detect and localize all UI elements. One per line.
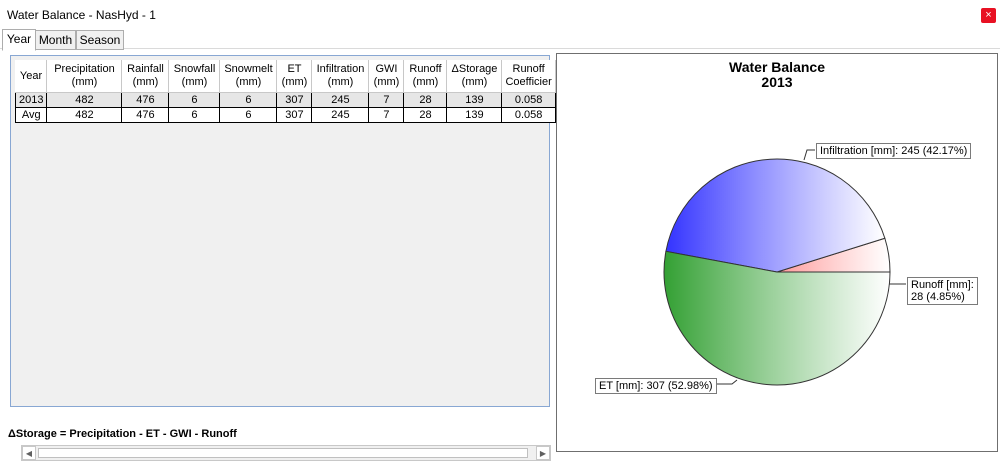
column-header[interactable]: GWI (mm) — [368, 60, 405, 93]
table-cell[interactable]: 139 — [446, 107, 503, 123]
table-cell[interactable]: 28 — [403, 92, 448, 108]
tab-year[interactable]: Year — [2, 29, 36, 51]
column-header-line2: (mm) — [71, 76, 98, 88]
column-header-line1: GWI — [375, 63, 398, 75]
scroll-thumb[interactable] — [38, 448, 528, 458]
leader-line — [803, 149, 815, 161]
column-header[interactable]: Runoff (mm) — [403, 60, 448, 93]
table-cell[interactable]: 7 — [368, 92, 405, 108]
column-header[interactable]: Snowfall (mm) — [168, 60, 221, 93]
column-header-line2: (mm) — [181, 76, 208, 88]
pie-label-et: ET [mm]: 307 (52.98%) — [595, 378, 717, 394]
table-cell[interactable]: 0.058 — [501, 92, 556, 108]
water-balance-table: Year Precipitation (mm) Rainfall (mm) Snowfal… — [14, 60, 556, 123]
chart-panel: Water Balance 2013 Infiltration [mm]: 24… — [556, 53, 998, 452]
table-row[interactable]: 2013 482 476 6 6 307 245 7 28 139 0.058 — [14, 92, 556, 108]
column-header-line2: (mm) — [373, 76, 400, 88]
table-cell[interactable]: 482 — [46, 107, 123, 123]
table-cell[interactable]: 6 — [168, 92, 221, 108]
header-row: Year Precipitation (mm) Rainfall (mm) Snowfal… — [15, 60, 556, 93]
column-header-line2: Coefficier — [505, 76, 552, 88]
column-header[interactable]: Rainfall (mm) — [121, 60, 170, 93]
pie-label-runoff: Runoff [mm]: 28 (4.85%) — [907, 277, 978, 305]
column-header[interactable]: Runoff Coefficier — [501, 60, 556, 93]
column-header-line2: (mm) — [461, 76, 488, 88]
pie-label-infiltration: Infiltration [mm]: 245 (42.17%) — [816, 143, 972, 159]
column-header-line1: Infiltration — [316, 63, 365, 75]
table-cell[interactable]: 0.058 — [501, 107, 556, 123]
leader-line — [717, 379, 738, 385]
scroll-right-icon[interactable]: ▶ — [536, 446, 550, 460]
table-cell[interactable]: 245 — [311, 107, 370, 123]
storage-formula: ΔStorage = Precipitation - ET - GWI - Ru… — [8, 428, 237, 440]
pie-label-line: Runoff [mm]: — [911, 279, 974, 291]
tab-season[interactable]: Season — [76, 30, 124, 50]
pie-label-line: ET [mm]: 307 (52.98%) — [599, 380, 713, 392]
column-header-line2: (mm) — [412, 76, 439, 88]
table-cell[interactable]: 476 — [121, 92, 170, 108]
pie-label-line: 28 (4.85%) — [911, 291, 965, 303]
table-cell[interactable]: 482 — [46, 92, 123, 108]
data-grid: Year Precipitation (mm) Rainfall (mm) Snowfal… — [10, 55, 556, 461]
table-cell[interactable]: 307 — [276, 107, 313, 123]
column-header-line2: (mm) — [281, 76, 308, 88]
column-header-line1: ΔStorage — [451, 63, 498, 75]
table-cell[interactable]: 139 — [446, 92, 503, 108]
table-cell[interactable]: 6 — [168, 107, 221, 123]
column-header-line2: (mm) — [132, 76, 159, 88]
column-header-line1: Snowfall — [173, 63, 216, 75]
column-header-line1: ET — [287, 63, 302, 75]
table-cell[interactable]: 307 — [276, 92, 313, 108]
table-cell[interactable]: 245 — [311, 92, 370, 108]
table-cell[interactable]: 6 — [219, 107, 278, 123]
column-header[interactable]: Infiltration (mm) — [311, 60, 370, 93]
window-title: Water Balance - NasHyd - 1 — [7, 8, 156, 22]
close-button[interactable]: × — [981, 8, 996, 23]
table-cell[interactable]: 28 — [403, 107, 448, 123]
table-cell[interactable]: 2013 — [14, 92, 48, 108]
column-header-line2: (mm) — [327, 76, 354, 88]
column-header[interactable]: ΔStorage (mm) — [446, 60, 503, 93]
column-header-line1: Rainfall — [127, 63, 164, 75]
column-header[interactable]: ET (mm) — [276, 60, 313, 93]
column-header-line2: (mm) — [235, 76, 262, 88]
column-header-line1: Snowmelt — [224, 63, 273, 75]
column-header[interactable]: Snowmelt (mm) — [219, 60, 278, 93]
table-cell[interactable]: 6 — [219, 92, 278, 108]
column-header-line1: Precipitation — [54, 63, 115, 75]
pie-label-line: Infiltration [mm]: 245 (42.17%) — [820, 145, 968, 157]
table-cell[interactable]: 476 — [121, 107, 170, 123]
title-bar: Water Balance - NasHyd - 1 × — [0, 0, 1000, 30]
column-header-line1: Runoff — [512, 63, 545, 75]
table-cell[interactable]: 7 — [368, 107, 405, 123]
scroll-left-icon[interactable]: ◀ — [22, 446, 36, 460]
column-header-line1: Runoff — [409, 63, 442, 75]
column-header[interactable]: Year — [15, 60, 48, 93]
table-cell[interactable]: Avg — [14, 107, 48, 123]
table-row[interactable]: Avg 482 476 6 6 307 245 7 28 139 0.058 — [14, 107, 556, 123]
column-header[interactable]: Precipitation (mm) — [46, 60, 123, 93]
column-header-line1: Year — [19, 69, 43, 82]
tab-month[interactable]: Month — [35, 30, 76, 50]
horizontal-scrollbar[interactable]: ◀ ▶ — [21, 445, 551, 461]
